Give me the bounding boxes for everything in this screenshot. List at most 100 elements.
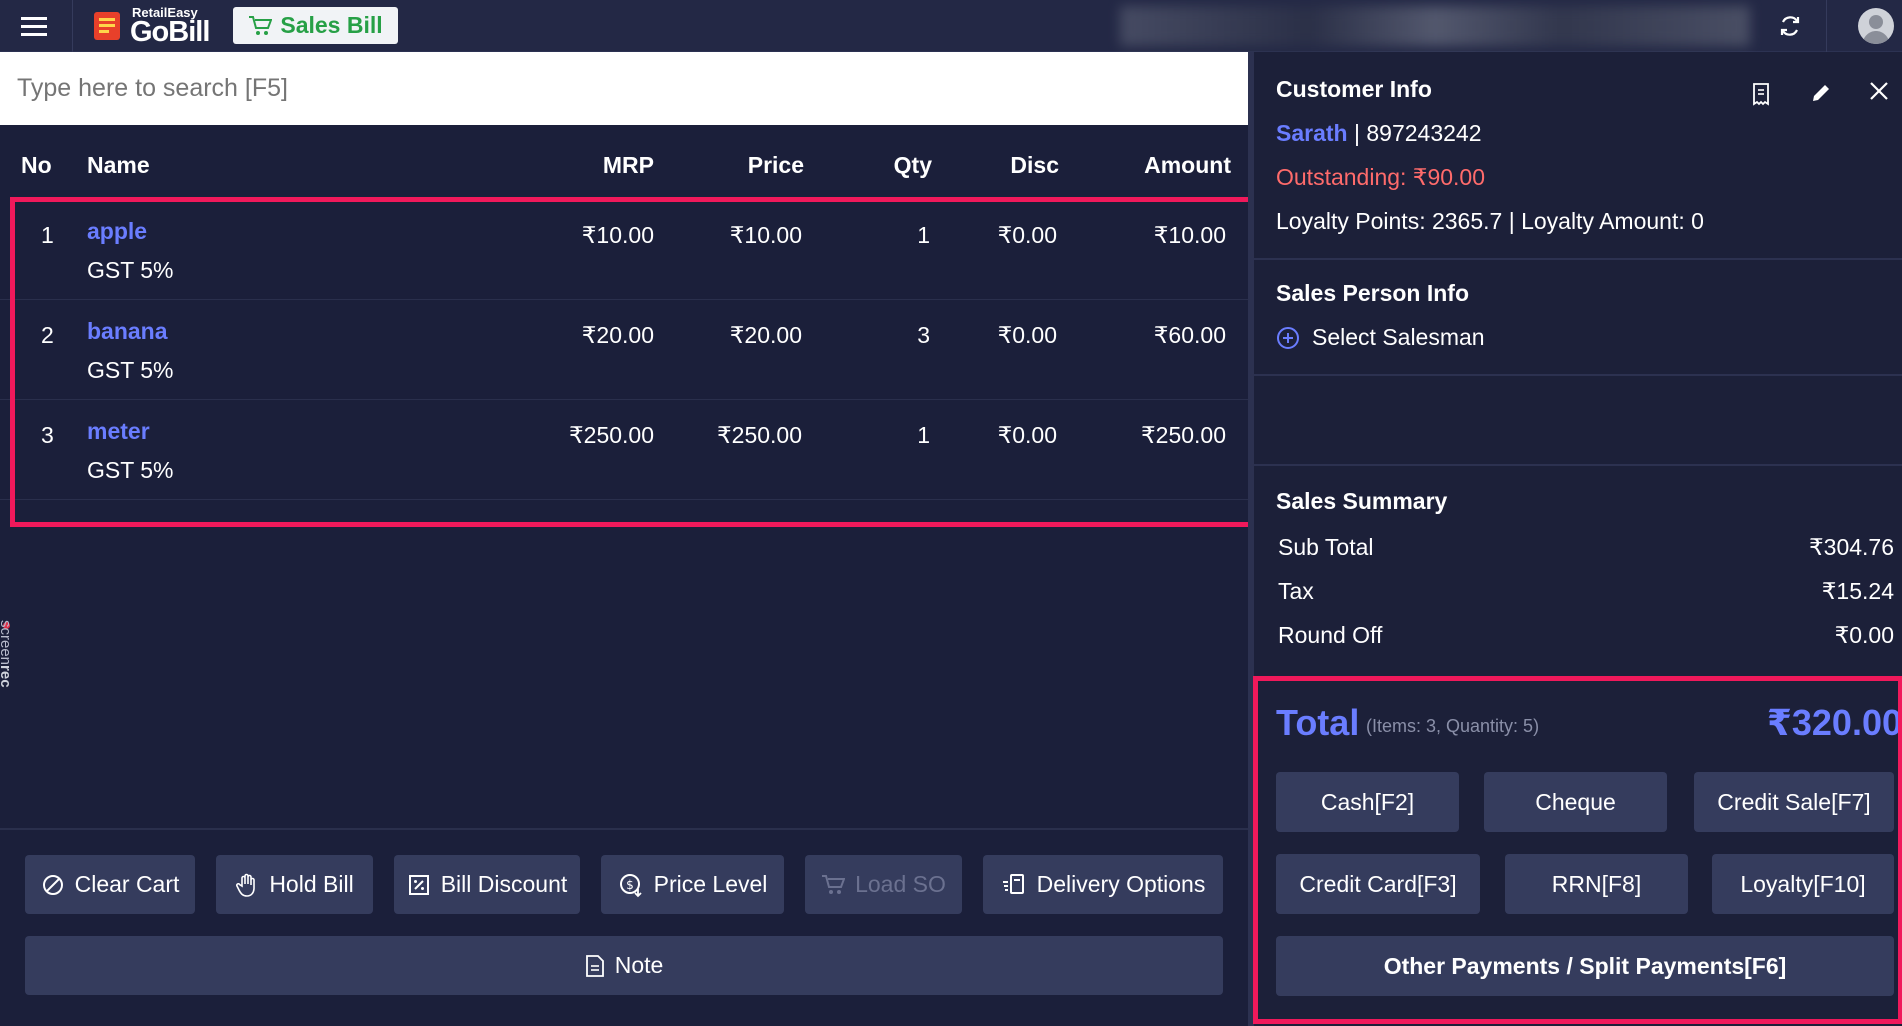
- discount-icon: [408, 874, 429, 895]
- total-amount: ₹320.00: [1766, 702, 1902, 743]
- clear-cart-button[interactable]: Clear Cart: [25, 855, 195, 914]
- sales-bill-badge[interactable]: Sales Bill: [233, 7, 398, 44]
- clear-cart-icon: [42, 874, 63, 895]
- edit-pencil-icon[interactable]: [1810, 82, 1832, 109]
- note-button[interactable]: Note: [25, 936, 1223, 995]
- customer-line: Sarath | 897243242: [1276, 120, 1481, 147]
- item-qty[interactable]: 3: [917, 322, 930, 349]
- loyalty-button[interactable]: Loyalty[F10]: [1712, 854, 1894, 914]
- refresh-icon[interactable]: [1776, 12, 1804, 40]
- bill-discount-button[interactable]: Bill Discount: [394, 855, 580, 914]
- item-tax: GST 5%: [87, 457, 174, 483]
- header-name: Name: [87, 152, 150, 178]
- top-bar: RetailEasy GoBill Sales Bill: [0, 0, 1902, 52]
- select-salesman-label: Select Salesman: [1312, 324, 1485, 350]
- section-divider: [1254, 374, 1902, 376]
- topbar-divider-right: [1826, 0, 1827, 52]
- cash-button[interactable]: Cash[F2]: [1276, 772, 1459, 832]
- other-payments-button[interactable]: Other Payments / Split Payments[F6]: [1276, 936, 1894, 996]
- header-amount: Amount: [1144, 152, 1231, 178]
- header-no: No: [21, 152, 52, 178]
- delivery-options-button[interactable]: Delivery Options: [983, 855, 1223, 914]
- actions-divider: [0, 828, 1248, 830]
- section-divider: [1254, 258, 1902, 260]
- credit-sale-button[interactable]: Credit Sale[F7]: [1694, 772, 1894, 832]
- item-name[interactable]: banana: [87, 318, 168, 345]
- add-circle-icon: [1277, 326, 1299, 349]
- select-salesman-button[interactable]: Select Salesman: [1276, 324, 1485, 351]
- sales-summary-title: Sales Summary: [1276, 488, 1448, 514]
- item-price[interactable]: ₹10.00: [730, 222, 802, 249]
- search-input[interactable]: [0, 52, 1248, 125]
- sales-bill-label: Sales Bill: [280, 12, 383, 38]
- item-mrp: ₹250.00: [569, 422, 654, 448]
- screenrec-watermark: screenrec: [0, 620, 14, 730]
- subtotal-value: ₹304.76: [1809, 534, 1894, 560]
- item-disc[interactable]: ₹0.00: [998, 422, 1057, 449]
- load-cart-icon: [822, 874, 846, 894]
- credit-card-button[interactable]: Credit Card[F3]: [1276, 854, 1480, 914]
- roundoff-label: Round Off: [1278, 622, 1383, 648]
- item-price[interactable]: ₹20.00: [730, 322, 802, 349]
- rrn-label: RRN[F8]: [1551, 870, 1642, 897]
- item-disc[interactable]: ₹0.00: [998, 322, 1057, 349]
- watermark-prefix: screen: [0, 620, 14, 666]
- note-icon: [585, 954, 604, 977]
- item-name[interactable]: apple: [87, 218, 147, 245]
- item-disc[interactable]: ₹0.00: [998, 222, 1057, 249]
- user-avatar[interactable]: [1858, 8, 1894, 44]
- tax-label: Tax: [1278, 578, 1314, 604]
- customer-outstanding: Outstanding: ₹90.00: [1276, 164, 1485, 190]
- rrn-button[interactable]: RRN[F8]: [1505, 854, 1688, 914]
- item-price[interactable]: ₹250.00: [717, 422, 802, 449]
- logo-brand-big: GoBill: [130, 15, 210, 48]
- receipt-icon[interactable]: [1750, 82, 1772, 111]
- customer-info-title: Customer Info: [1276, 76, 1432, 102]
- item-qty[interactable]: 1: [917, 422, 930, 449]
- bill-discount-label: Bill Discount: [440, 871, 568, 897]
- section-divider: [1254, 464, 1902, 466]
- customer-separator: |: [1353, 120, 1360, 146]
- price-level-button[interactable]: $ Price Level: [601, 855, 784, 914]
- gobill-logo-icon: [94, 12, 120, 40]
- hold-bill-button[interactable]: Hold Bill: [216, 855, 373, 914]
- item-amount: ₹250.00: [1141, 422, 1226, 448]
- table-header: No Name MRP Price Qty Disc Amount: [0, 140, 1248, 190]
- cart-items: 1 apple GST 5% ₹10.00 ₹10.00 1 ₹0.00 ₹10…: [0, 200, 1248, 500]
- tax-value: ₹15.24: [1821, 578, 1894, 604]
- item-name[interactable]: meter: [87, 418, 150, 445]
- load-so-label: Load SO: [855, 871, 946, 897]
- customer-name[interactable]: Sarath: [1276, 120, 1348, 146]
- header-price: Price: [747, 152, 804, 178]
- customer-panel: Customer Info Sarath | 897243242 Outstan…: [1254, 52, 1902, 1026]
- row-no: 3: [41, 422, 54, 448]
- sales-person-title: Sales Person Info: [1276, 280, 1470, 306]
- price-level-icon: $: [619, 873, 642, 897]
- item-tax: GST 5%: [87, 257, 174, 283]
- note-label: Note: [614, 952, 664, 978]
- table-row[interactable]: 2 banana GST 5% ₹20.00 ₹20.00 3 ₹0.00 ₹6…: [0, 300, 1248, 400]
- item-mrp: ₹20.00: [581, 322, 654, 348]
- cash-label: Cash[F2]: [1320, 788, 1415, 815]
- roundoff-value: ₹0.00: [1834, 622, 1894, 648]
- other-payments-label: Other Payments / Split Payments[F6]: [1383, 952, 1787, 979]
- header-mrp: MRP: [602, 152, 654, 178]
- delivery-icon: [1002, 873, 1024, 894]
- price-level-label: Price Level: [653, 871, 768, 897]
- row-no: 1: [41, 222, 54, 248]
- cheque-button[interactable]: Cheque: [1484, 772, 1667, 832]
- credit-card-label: Credit Card[F3]: [1299, 870, 1457, 897]
- credit-sale-label: Credit Sale[F7]: [1717, 788, 1871, 815]
- item-qty[interactable]: 1: [917, 222, 930, 249]
- load-so-button[interactable]: Load SO: [805, 855, 962, 914]
- table-row[interactable]: 3 meter GST 5% ₹250.00 ₹250.00 1 ₹0.00 ₹…: [0, 400, 1248, 500]
- loyalty-label: Loyalty[F10]: [1740, 870, 1866, 897]
- close-icon[interactable]: [1868, 80, 1890, 107]
- clear-cart-label: Clear Cart: [74, 871, 180, 897]
- cart-icon: [249, 15, 273, 35]
- header-qty: Qty: [893, 152, 932, 178]
- app-logo: RetailEasy GoBill: [92, 5, 210, 48]
- hamburger-menu-icon[interactable]: [18, 14, 50, 38]
- item-amount: ₹60.00: [1153, 322, 1226, 348]
- table-row[interactable]: 1 apple GST 5% ₹10.00 ₹10.00 1 ₹0.00 ₹10…: [0, 200, 1248, 300]
